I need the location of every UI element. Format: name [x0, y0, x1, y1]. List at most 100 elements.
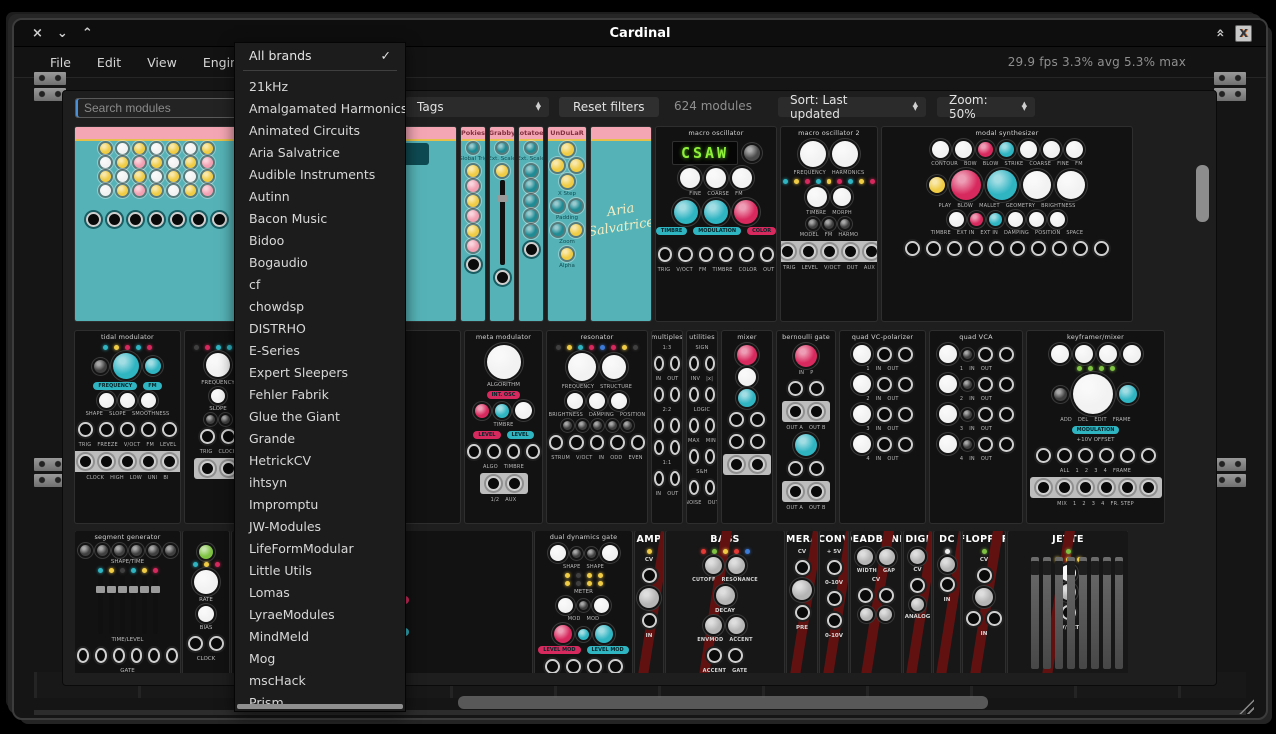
zoom-select[interactable]: Zoom: 50% ▲▼ — [937, 97, 1035, 117]
brand-menu-item[interactable]: cf — [235, 273, 405, 295]
module-card[interactable]: FLOPPERCVIN — [963, 531, 1005, 673]
module-card[interactable]: MERACVPRE — [787, 531, 817, 673]
brand-menu-item[interactable]: JW-Modules — [235, 515, 405, 537]
app-icon[interactable]: X — [1235, 25, 1252, 42]
brand-menu-item[interactable]: LyraeModules — [235, 603, 405, 625]
module-card[interactable]: segment generatorSHAPE/TIMETIME/LEVELGAT… — [75, 531, 180, 673]
module-card[interactable]: RATEBIASCLOCK — [183, 531, 229, 673]
slider-icon[interactable] — [1067, 557, 1075, 669]
module-card[interactable]: bernoulli gateINPOUT AOUT BOUT AOUT B — [777, 331, 835, 523]
search-input[interactable] — [75, 98, 242, 118]
brand-menu-item[interactable]: E-Series — [235, 339, 405, 361]
brand-menu-item[interactable]: Lomas — [235, 581, 405, 603]
brand-menu-item[interactable]: DISTRHO — [235, 317, 405, 339]
tags-select[interactable]: Tags ▲▼ — [405, 97, 549, 117]
module-card[interactable]: DIGICVANALOG — [904, 531, 931, 673]
slider-icon[interactable] — [131, 576, 136, 634]
module-card[interactable]: CONV+ 5V0-10V0-10V — [820, 531, 848, 673]
module-card[interactable]: modal synthesizerCONTOURBOWBLOWSTRIKECOA… — [882, 127, 1132, 321]
module-card[interactable] — [75, 127, 238, 321]
brand-menu-item[interactable]: Grande — [235, 427, 405, 449]
sort-select[interactable]: Sort: Last updated ▲▼ — [778, 97, 926, 117]
module-card[interactable]: quad VC-polarizer1INOUT2INOUT3INOUT4INOU… — [840, 331, 925, 523]
module-card[interactable]: keyframer/mixerADDDELEDITFRAMEMODULATION… — [1027, 331, 1164, 523]
brand-menu-item[interactable]: LifeFormModular — [235, 537, 405, 559]
menubar-item-edit[interactable]: Edit — [97, 55, 121, 70]
module-card[interactable]: UnDuLaRX StepPaddingZoomAlpha — [548, 127, 586, 321]
brand-menu-item[interactable]: Amalgamated Harmonics — [235, 97, 405, 119]
slider-icon[interactable] — [109, 576, 114, 634]
slider-icon[interactable] — [153, 576, 158, 634]
module-card[interactable]: macro oscillator 2FREQUENCYHARMONICSTIMB… — [781, 127, 877, 321]
menu-scrollbar[interactable] — [237, 704, 403, 709]
brand-menu-item[interactable]: Expert Sleepers — [235, 361, 405, 383]
slider-icon[interactable] — [1103, 557, 1111, 669]
brand-menu-item[interactable]: MindMeld — [235, 625, 405, 647]
brand-menu-item[interactable]: Bogaudio — [235, 251, 405, 273]
module-card[interactable]: dual dynamics gateSHAPESHAPEMETERMODMODL… — [535, 531, 632, 673]
module-card[interactable]: mixer — [722, 331, 772, 523]
module-card[interactable]: DCIN — [934, 531, 960, 673]
brand-menu-item[interactable]: Bacon Music — [235, 207, 405, 229]
module-card[interactable]: tidal modulatorFREQUENCYFMSHAPESLOPESMOO… — [75, 331, 180, 523]
knob-icon — [131, 545, 142, 556]
brand-menu-item[interactable]: Bidoo — [235, 229, 405, 251]
brand-menu-item[interactable]: mscHack — [235, 669, 405, 691]
brand-menu-item[interactable]: Fehler Fabrik — [235, 383, 405, 405]
reset-filters-button[interactable]: Reset filters — [559, 97, 659, 117]
knob-row — [463, 240, 483, 252]
slider-icon[interactable] — [98, 576, 103, 634]
module-card[interactable]: resonatorFREQUENCYSTRUCTUREBRIGHTNESSDAM… — [547, 331, 647, 523]
vertical-scrollbar[interactable] — [1196, 165, 1209, 222]
brand-menu-item[interactable]: HetrickCV — [235, 449, 405, 471]
module-card[interactable]: multiples1:3INOUT2:21:1INOUT — [652, 331, 682, 523]
brand-menu-item[interactable]: Glue the Giant — [235, 405, 405, 427]
slider-icon[interactable] — [142, 576, 147, 634]
module-card[interactable]: AriaSalvatrice — [591, 127, 651, 321]
brand-menu-item[interactable]: Impromptu — [235, 493, 405, 515]
slider-icon[interactable] — [1043, 557, 1051, 669]
module-card[interactable]: BASSCUTOFFRESONANCEDECAYENVMODACCENTACCE… — [666, 531, 784, 673]
jack-row — [884, 239, 1130, 258]
module-card[interactable]: RotatoesExt. Scale — [519, 127, 543, 321]
menubar-item-view[interactable]: View — [147, 55, 177, 70]
module-card[interactable]: PokiesGlobal Trig — [461, 127, 485, 321]
brand-menu-item[interactable]: 21kHz — [235, 75, 405, 97]
brand-menu-item[interactable]: chowdsp — [235, 295, 405, 317]
brand-menu-item[interactable]: ihtsyn — [235, 471, 405, 493]
jack-icon — [689, 387, 699, 402]
knob-icon — [552, 200, 564, 212]
slider-icon[interactable] — [1091, 557, 1099, 669]
brand-menu-item[interactable]: Autinn — [235, 185, 405, 207]
knob-icon — [168, 143, 179, 154]
slider-icon[interactable] — [120, 576, 125, 634]
module-card[interactable]: JETTE5V/OCT — [1008, 531, 1128, 673]
slider-icon[interactable] — [1055, 557, 1063, 669]
module-card[interactable]: GrabbyExt. Scale — [490, 127, 514, 321]
knob-row — [492, 165, 512, 177]
menubar-item-file[interactable]: File — [50, 55, 71, 70]
knob-jack-row — [842, 345, 923, 363]
brand-menu-item-all[interactable]: All brands ✓ — [235, 43, 405, 67]
module-card[interactable]: utilitiesSIGNINV|x|LOGICMAXMINS&HNOISEOU… — [687, 331, 717, 523]
slider-icon[interactable] — [1115, 557, 1123, 669]
module-card[interactable]: quad VCA1INOUT2INOUT3INOUT4INOUT — [930, 331, 1022, 523]
brand-menu-item[interactable]: Mog — [235, 647, 405, 669]
horizontal-scrollbar[interactable] — [458, 696, 988, 709]
label-row: CONTOURBOWBLOWSTRIKECOARSEFINEFM — [884, 161, 1130, 167]
knob-icon — [496, 165, 508, 177]
brand-menu-item[interactable]: Aria Salvatrice — [235, 141, 405, 163]
brand-menu-item[interactable]: Little Utils — [235, 559, 405, 581]
module-card[interactable]: meta modulatorALGORITHMINT. OSCTIMBRELEV… — [465, 331, 542, 523]
slider-icon[interactable] — [1079, 557, 1087, 669]
module-card[interactable]: macro oscillatorCSAWFINECOARSEFMTIMBREMO… — [656, 127, 776, 321]
slider-icon[interactable] — [500, 180, 505, 265]
slider-icon[interactable] — [1031, 557, 1039, 669]
brand-menu-item[interactable]: Audible Instruments — [235, 163, 405, 185]
module-card[interactable]: AMPCVIN — [635, 531, 663, 673]
brand-menu-item[interactable]: Animated Circuits — [235, 119, 405, 141]
window-shade-icon[interactable]: » — [1212, 28, 1228, 37]
control-label: 0-10V — [825, 580, 843, 586]
led-icon — [805, 179, 810, 184]
module-card[interactable]: DEADBANDWIDTHGAPCV — [851, 531, 901, 673]
